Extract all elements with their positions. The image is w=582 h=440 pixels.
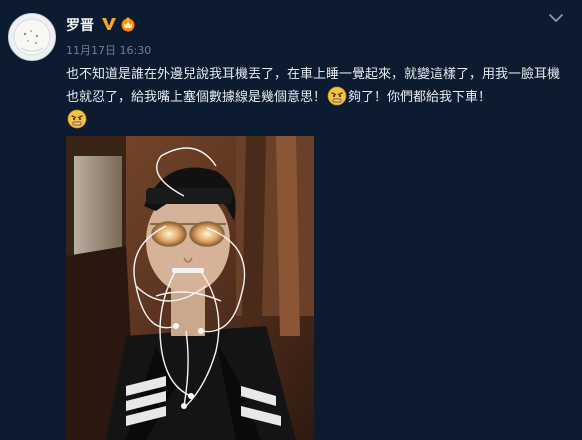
- weibo-post-card: 罗晋 11月17日 16:30 也不知道是誰在外邊兒說我耳機丟了，在車上睡一覺起…: [0, 0, 582, 440]
- angry-face-icon: [327, 86, 347, 106]
- angry-face-icon: [67, 109, 87, 129]
- author-name[interactable]: 罗晋: [66, 15, 94, 35]
- post-text-part2: 夠了！你們都給我下車！: [348, 90, 492, 105]
- avatar[interactable]: [8, 13, 56, 61]
- post-text: 也不知道是誰在外邊兒說我耳機丟了，在車上睡一覺起來，就變這樣了，用我一臉耳機也就…: [66, 64, 572, 132]
- chevron-down-icon[interactable]: [548, 12, 564, 24]
- vip-crown-icon[interactable]: [120, 16, 136, 32]
- verified-v-icon: [102, 18, 116, 30]
- selfie-with-earphones-photo[interactable]: [66, 136, 314, 440]
- post-timestamp[interactable]: 11月17日 16:30: [66, 42, 151, 58]
